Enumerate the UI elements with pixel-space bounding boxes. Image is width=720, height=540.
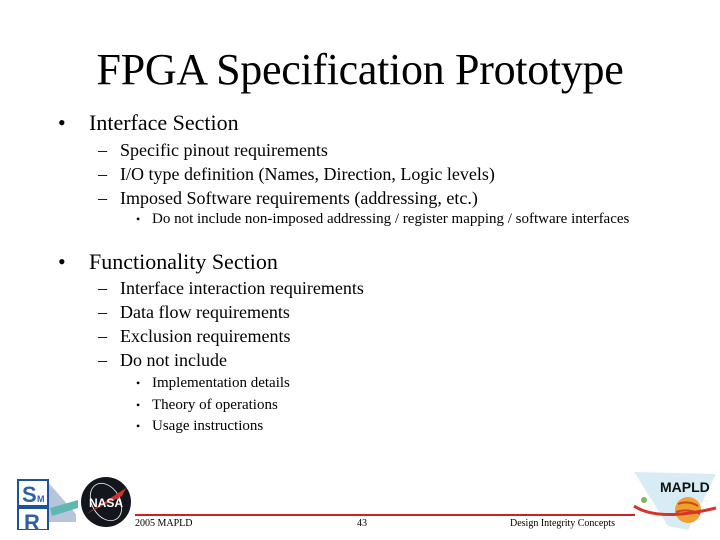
footer-rule — [135, 514, 635, 516]
logo-letter-m: M — [37, 494, 45, 504]
list-item-text: I/O type definition (Names, Direction, L… — [120, 164, 495, 184]
section-heading: Interface Section — [89, 110, 239, 135]
dash-marker: – — [98, 140, 107, 160]
bullet-marker: • — [136, 212, 141, 226]
dash-marker: – — [98, 302, 107, 322]
list-item-text: Do not include — [120, 350, 227, 370]
slide-title: FPGA Specification Prototype — [96, 45, 624, 94]
smr-logo: S M R — [17, 479, 78, 530]
dash-marker: – — [98, 164, 107, 184]
page-number: 43 — [357, 518, 367, 529]
nasa-text: NASA — [89, 496, 123, 510]
list-item-text: Imposed Software requirements (addressin… — [120, 188, 478, 208]
footer-right-text: Design Integrity Concepts — [510, 518, 615, 529]
dash-marker: – — [98, 326, 107, 346]
list-item-text: Data flow requirements — [120, 302, 290, 322]
footer-left-text: 2005 MAPLD — [135, 518, 193, 529]
bullet-marker: • — [58, 249, 66, 274]
mapld-satellite — [641, 497, 647, 503]
logo-wedge — [46, 480, 76, 522]
bullet-marker: • — [136, 376, 141, 390]
sub-list-item-text: Usage instructions — [152, 418, 264, 434]
bullet-marker: • — [58, 110, 66, 135]
bullet-marker: • — [136, 398, 141, 412]
mapld-logo: MAPLD — [633, 472, 717, 530]
dash-marker: – — [98, 278, 107, 298]
list-item-text: Exclusion requirements — [120, 326, 291, 346]
sub-list-item-text: Do not include non-imposed addressing / … — [152, 211, 630, 227]
logo-letter-s: S — [22, 482, 37, 507]
list-item-text: Specific pinout requirements — [120, 140, 328, 160]
section-heading: Functionality Section — [89, 249, 278, 274]
dash-marker: – — [98, 350, 107, 370]
list-item-text: Interface interaction requirements — [120, 278, 364, 298]
nasa-logo: NASA — [81, 477, 131, 527]
dash-marker: – — [98, 188, 107, 208]
logo-letter-r: R — [24, 510, 40, 530]
sub-list-item-text: Implementation details — [152, 375, 290, 391]
bullet-marker: • — [136, 419, 141, 433]
mapld-text: MAPLD — [660, 479, 710, 495]
sub-list-item-text: Theory of operations — [152, 397, 278, 413]
